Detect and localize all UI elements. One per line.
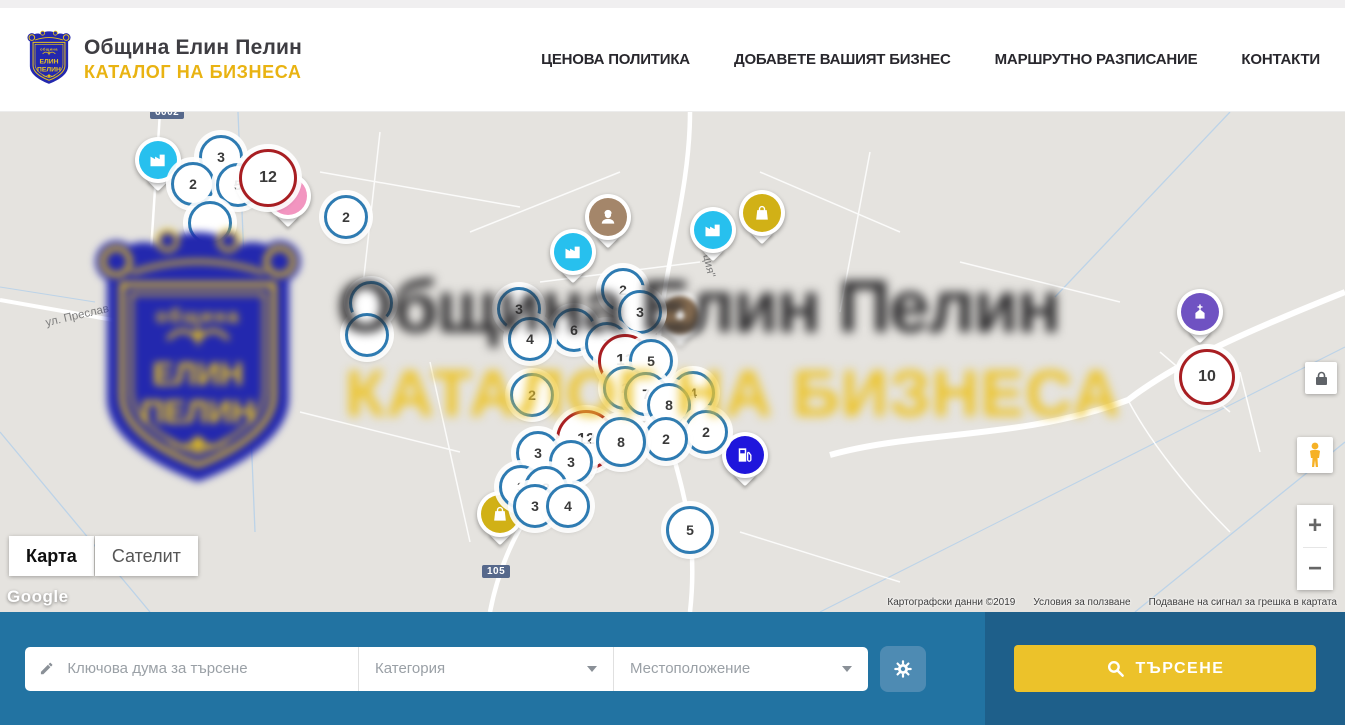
- search-submit-label: ТЪРСЕНЕ: [1136, 660, 1225, 678]
- search-bar: Категория Местоположение: [0, 612, 1345, 725]
- map-cluster-marker[interactable]: [345, 313, 389, 357]
- road-shield: 105: [482, 565, 510, 578]
- nav-pricing-policy[interactable]: ЦЕНОВА ПОЛИТИКА: [541, 51, 690, 68]
- bag-icon: [752, 203, 772, 223]
- map-type-control: Карта Сателит: [9, 536, 198, 576]
- page-top-strip: [0, 0, 1345, 8]
- search-bar-left: Категория Местоположение: [0, 612, 985, 725]
- search-bar-right: ТЪРСЕНЕ: [985, 612, 1345, 725]
- map-type-map-button[interactable]: Карта: [9, 536, 94, 576]
- brand-logo[interactable]: община ЕЛИН ПЕЛИН Община Елин Пелин КАТА…: [25, 28, 302, 92]
- factory-icon: [703, 220, 723, 240]
- map-cluster-marker[interactable]: 2: [510, 373, 554, 417]
- nav-contacts[interactable]: КОНТАКТИ: [1241, 51, 1320, 68]
- nav-add-your-business[interactable]: ДОБАВЕТЕ ВАШИЯТ БИЗНЕС: [734, 51, 951, 68]
- advanced-settings-button[interactable]: [880, 646, 926, 692]
- nav-route-schedule[interactable]: МАРШРУТНО РАЗПИСАНИЕ: [995, 51, 1198, 68]
- map-cluster-marker[interactable]: 2: [684, 410, 728, 454]
- pencil-icon: [39, 660, 54, 677]
- map-pin-church[interactable]: [1177, 289, 1223, 347]
- map-pin-flame[interactable]: [657, 292, 703, 350]
- fuel-icon: [735, 445, 755, 465]
- map-cluster-marker[interactable]: 8: [596, 417, 646, 467]
- map-cluster-marker[interactable]: 2: [644, 417, 688, 461]
- google-logo: Google: [7, 587, 69, 607]
- map-cluster-marker[interactable]: 5: [666, 506, 714, 554]
- map-cluster-marker[interactable]: 2: [324, 195, 368, 239]
- road-shield: 6002: [150, 112, 184, 119]
- lock-icon: [1315, 371, 1328, 386]
- lock-button[interactable]: [1305, 362, 1337, 394]
- map-cluster-marker[interactable]: 4: [508, 317, 552, 361]
- keyword-input[interactable]: [65, 659, 344, 678]
- church-icon: [1190, 302, 1210, 322]
- map-cluster-marker[interactable]: [188, 201, 232, 245]
- flame-icon: [670, 305, 690, 325]
- svg-text:община: община: [40, 46, 58, 51]
- bag-icon: [490, 504, 510, 524]
- category-select-value: Категория: [375, 660, 445, 677]
- map-cluster-marker[interactable]: 2: [171, 162, 215, 206]
- pegman-icon: [1306, 442, 1324, 468]
- street-view-pegman-button[interactable]: [1297, 437, 1333, 473]
- street-label: ул. Преслав: [44, 303, 110, 329]
- gear-icon: [892, 658, 914, 680]
- keyword-field[interactable]: [25, 647, 358, 691]
- map-pin-bag[interactable]: [739, 190, 785, 248]
- map-pin-factory[interactable]: [550, 229, 596, 287]
- svg-text:ПЕЛИН: ПЕЛИН: [37, 66, 61, 73]
- chevron-down-icon: [842, 666, 852, 672]
- worker-icon: [598, 207, 618, 227]
- zoom-control: + −: [1297, 505, 1333, 590]
- zoom-in-button[interactable]: +: [1297, 505, 1333, 547]
- search-fields: Категория Местоположение: [25, 647, 868, 691]
- attribution-terms-link[interactable]: Условия за ползване: [1033, 597, 1130, 608]
- municipality-crest-logo: община ЕЛИН ПЕЛИН: [25, 28, 73, 92]
- attribution-report-error-link[interactable]: Подаване на сигнал за грешка в картата: [1149, 597, 1337, 608]
- location-select-value: Местоположение: [630, 660, 750, 677]
- map-cluster-marker[interactable]: 10: [1179, 349, 1235, 405]
- chevron-down-icon: [587, 666, 597, 672]
- location-select[interactable]: Местоположение: [614, 647, 868, 691]
- map-cluster-marker[interactable]: 4: [546, 484, 590, 528]
- site-subtitle: КАТАЛОГ НА БИЗНЕСА: [84, 62, 302, 83]
- main-nav: ЦЕНОВА ПОЛИТИКА ДОБАВЕТЕ ВАШИЯТ БИЗНЕС М…: [541, 51, 1320, 68]
- markers-layer: 6002105ул. Преславбул. „Новоселция"32512…: [0, 112, 1345, 612]
- map-pin-factory[interactable]: [690, 207, 736, 265]
- search-icon: [1106, 659, 1125, 678]
- header: община ЕЛИН ПЕЛИН Община Елин Пелин КАТА…: [0, 8, 1345, 112]
- attribution-map-data: Картографски данни ©2019: [887, 597, 1015, 608]
- svg-text:ЕЛИН: ЕЛИН: [39, 58, 58, 65]
- map-canvas[interactable]: 6002105ул. Преславбул. „Новоселция"32512…: [0, 112, 1345, 612]
- zoom-out-button[interactable]: −: [1297, 548, 1333, 590]
- map-pin-fuel[interactable]: [722, 432, 768, 490]
- factory-icon: [563, 242, 583, 262]
- map-type-satellite-button[interactable]: Сателит: [95, 536, 198, 576]
- site-title: Община Елин Пелин: [84, 36, 302, 60]
- category-select[interactable]: Категория: [359, 647, 613, 691]
- map-cluster-marker[interactable]: 3: [618, 290, 662, 334]
- map-attribution: Картографски данни ©2019 Условия за полз…: [887, 597, 1337, 608]
- factory-icon: [148, 150, 168, 170]
- search-submit-button[interactable]: ТЪРСЕНЕ: [1014, 645, 1316, 692]
- map-cluster-marker[interactable]: 12: [239, 149, 297, 207]
